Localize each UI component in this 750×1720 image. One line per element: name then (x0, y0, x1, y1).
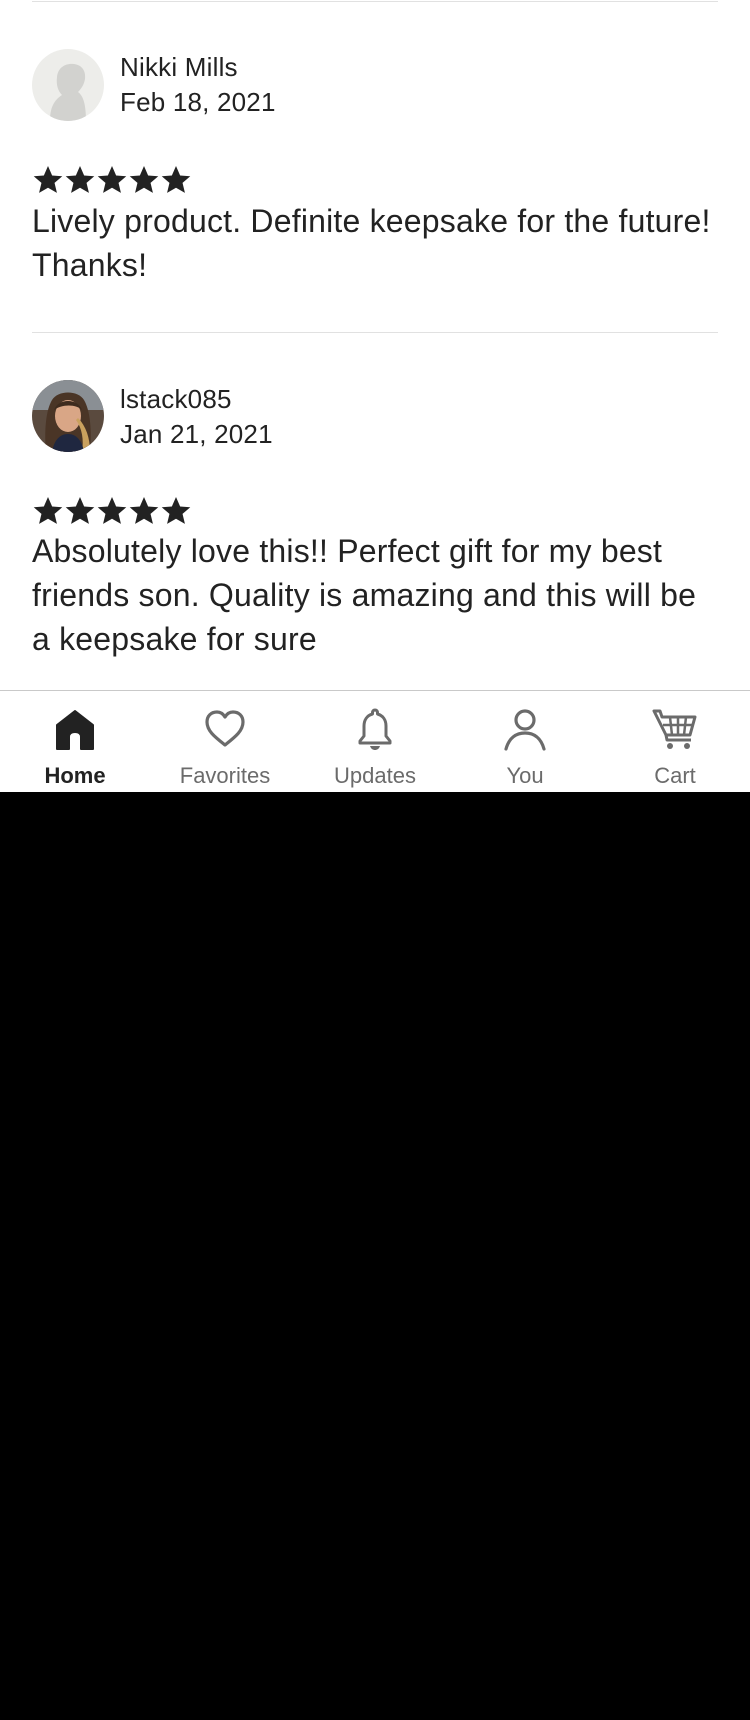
divider (32, 332, 718, 333)
cart-icon (652, 709, 697, 749)
star-rating (32, 164, 192, 196)
reviewer-avatar[interactable] (32, 49, 104, 121)
star-icon (161, 497, 191, 524)
nav-label: Home (44, 763, 106, 788)
review-text: Absolutely love this!! Perfect gift for … (32, 533, 697, 657)
review-date: Jan 21, 2021 (120, 419, 273, 449)
nav-label: Favorites (179, 763, 271, 788)
star-icon (97, 166, 127, 193)
nav-favorites[interactable]: Favorites (150, 691, 300, 792)
reviewer-name[interactable]: Nikki Mills (120, 52, 238, 83)
nav-you[interactable]: You (450, 691, 600, 792)
nav-home[interactable]: Home (0, 691, 150, 792)
reviewer-name[interactable]: lstack085 (120, 384, 232, 415)
star-icon (129, 497, 159, 524)
star-icon (33, 166, 63, 193)
nav-label: You (506, 763, 544, 788)
star-rating (32, 495, 192, 527)
heart-icon (205, 710, 245, 747)
home-icon (56, 710, 94, 750)
star-icon (129, 166, 159, 193)
nav-label: Updates (334, 763, 416, 788)
star-icon (65, 497, 95, 524)
bottom-nav: Home Favorites Updates You Cart (0, 690, 750, 792)
divider (32, 1, 718, 2)
star-icon (65, 166, 95, 193)
star-icon (33, 497, 63, 524)
user-icon (504, 709, 546, 751)
star-icon (161, 166, 191, 193)
nav-cart[interactable]: Cart (600, 691, 750, 792)
review-text: Lively product. Definite keepsake for th… (32, 203, 711, 283)
bell-icon (358, 708, 392, 750)
nav-updates[interactable]: Updates (300, 691, 450, 792)
reviewer-avatar[interactable] (32, 380, 104, 452)
screen: Nikki Mills Feb 18, 2021 Lively product.… (0, 0, 750, 792)
star-icon (97, 497, 127, 524)
review-date: Feb 18, 2021 (120, 87, 276, 117)
nav-label: Cart (654, 763, 696, 788)
